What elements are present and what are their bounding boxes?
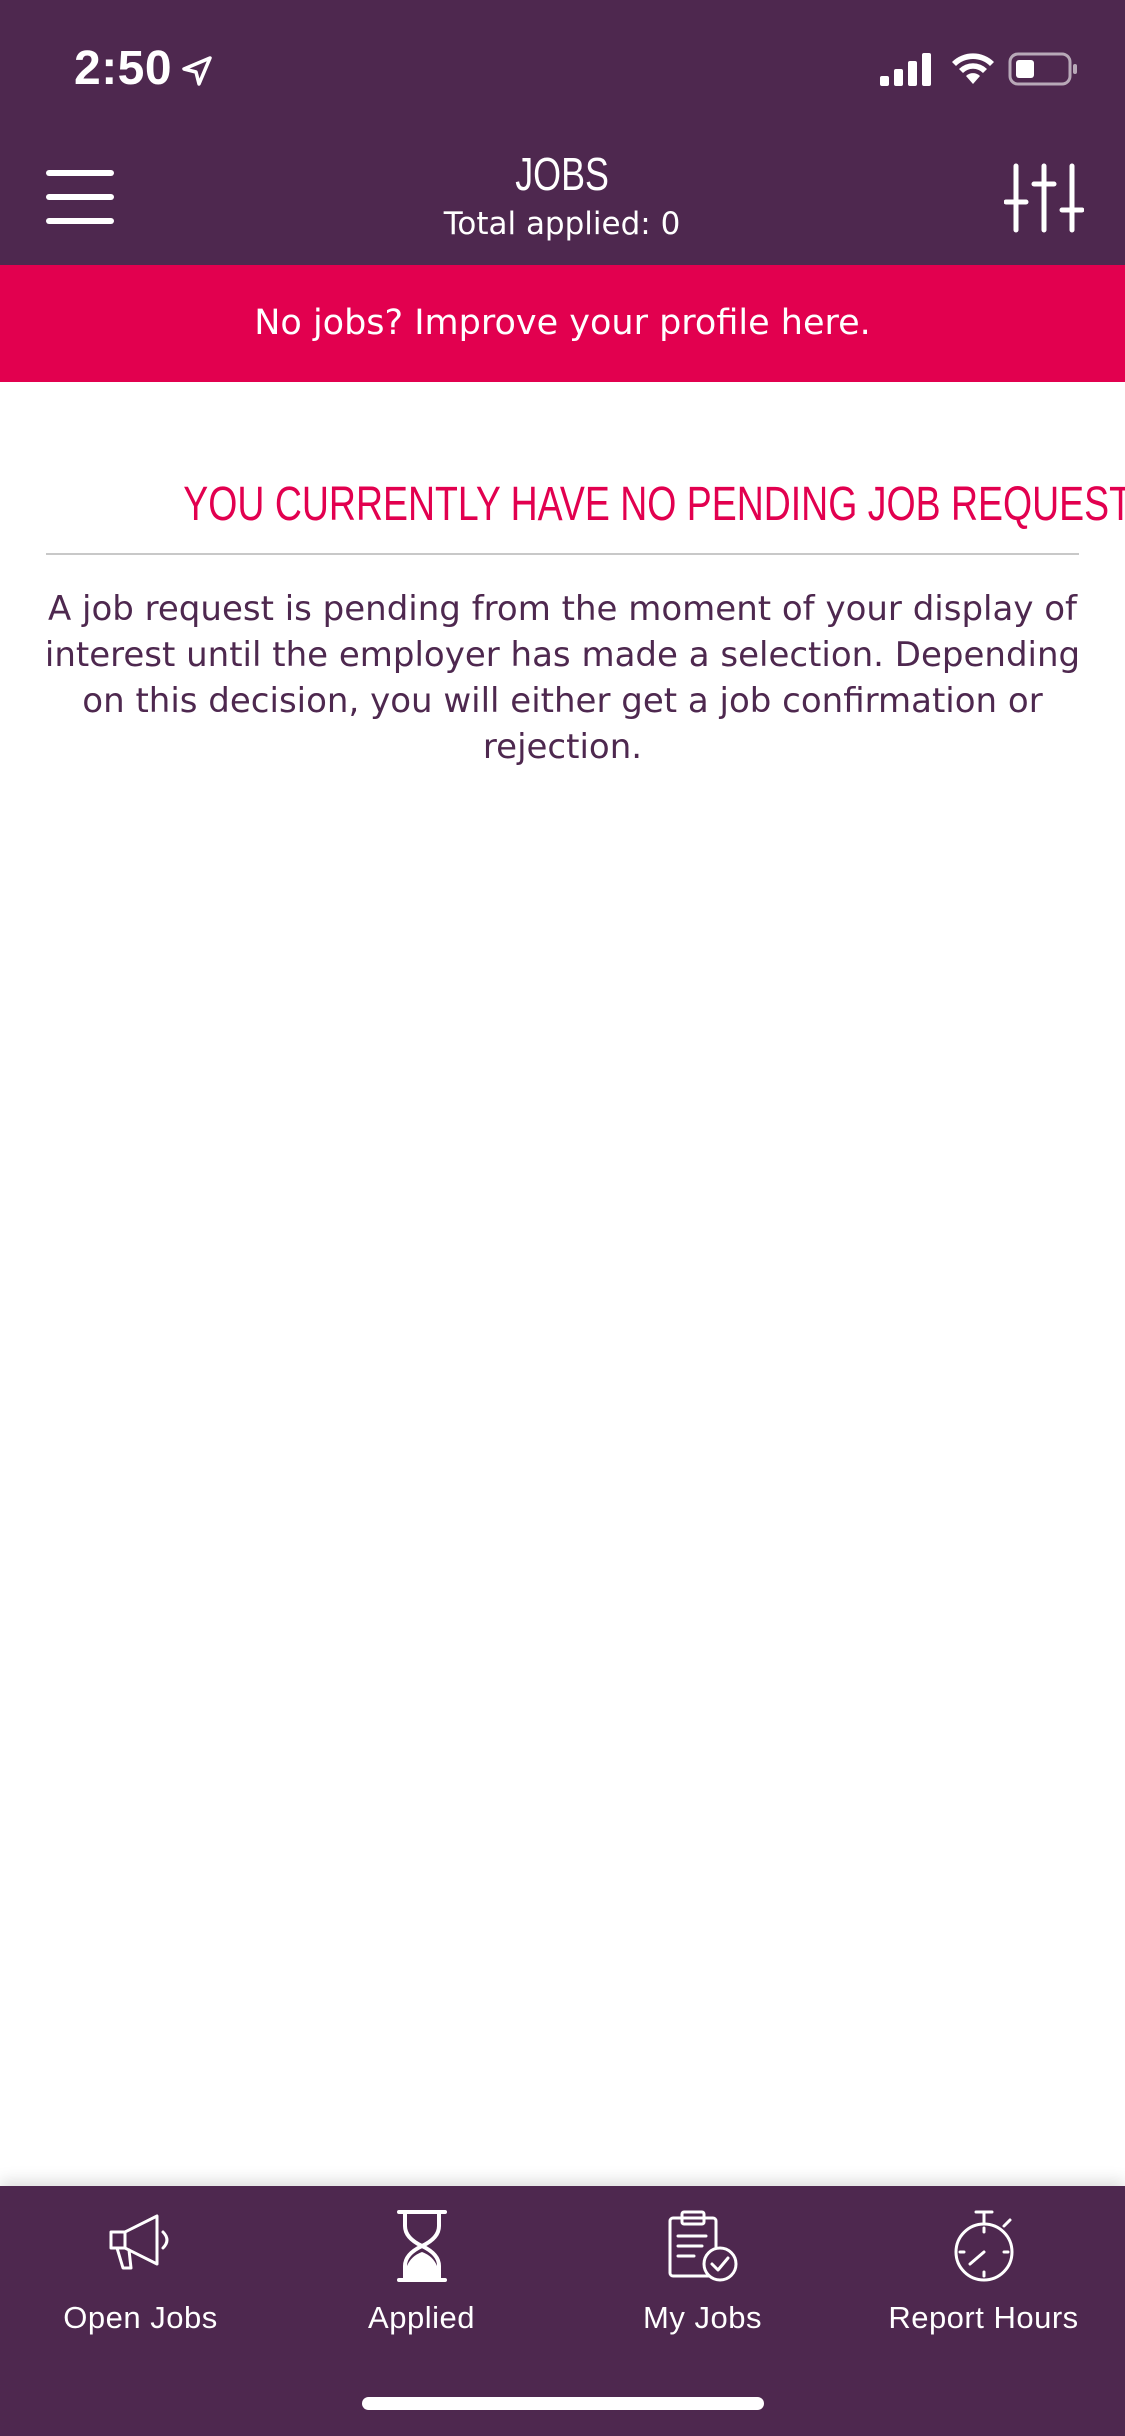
tab-label: Applied (368, 2300, 475, 2335)
tab-label: Report Hours (888, 2300, 1079, 2335)
tab-label: Open Jobs (63, 2300, 218, 2335)
page-title: JOBS (515, 148, 609, 200)
status-time: 2:50 (74, 42, 173, 95)
stopwatch-icon (954, 2210, 1013, 2282)
filter-sliders-icon[interactable] (1004, 160, 1084, 236)
hamburger-icon-bar (46, 218, 114, 224)
applied-count: Total applied: 0 (443, 206, 681, 242)
home-indicator (362, 2397, 764, 2410)
hamburger-icon-bar (46, 194, 114, 200)
hamburger-icon (46, 170, 114, 176)
megaphone-icon (109, 2214, 168, 2270)
hourglass-icon (396, 2210, 447, 2282)
empty-state-description: A job request is pending from the moment… (44, 589, 1081, 767)
tab-applied[interactable]: Applied (281, 2186, 562, 2356)
cellular-signal-icon (880, 53, 931, 86)
app-header: 2:50 JOBS Total applied: 0 (0, 0, 1125, 265)
status-bar: 2:50 (0, 0, 1125, 132)
battery-icon (1008, 52, 1077, 86)
divider (46, 553, 1079, 555)
menu-button[interactable] (40, 162, 120, 232)
wifi-icon (952, 53, 994, 84)
tab-my-jobs[interactable]: My Jobs (562, 2186, 843, 2356)
clipboard-check-icon (668, 2210, 737, 2282)
navigation-bar: JOBS Total applied: 0 (0, 132, 1125, 265)
empty-state-title: YOU CURRENTLY HAVE NO PENDING JOB REQUES… (46, 470, 1125, 540)
location-arrow-icon (182, 56, 212, 86)
bottom-tab-bar: Open Jobs Applied My Jobs Report Hours (0, 2186, 1125, 2436)
improve-profile-banner[interactable]: No jobs? Improve your profile here. (0, 265, 1125, 382)
title-block: JOBS Total applied: 0 (262, 146, 862, 244)
tab-report-hours[interactable]: Report Hours (843, 2186, 1124, 2356)
tab-open-jobs[interactable]: Open Jobs (0, 2186, 281, 2356)
tab-label: My Jobs (643, 2300, 762, 2335)
empty-state-title-text: YOU CURRENTLY HAVE NO PENDING JOB REQUES… (183, 478, 1125, 531)
